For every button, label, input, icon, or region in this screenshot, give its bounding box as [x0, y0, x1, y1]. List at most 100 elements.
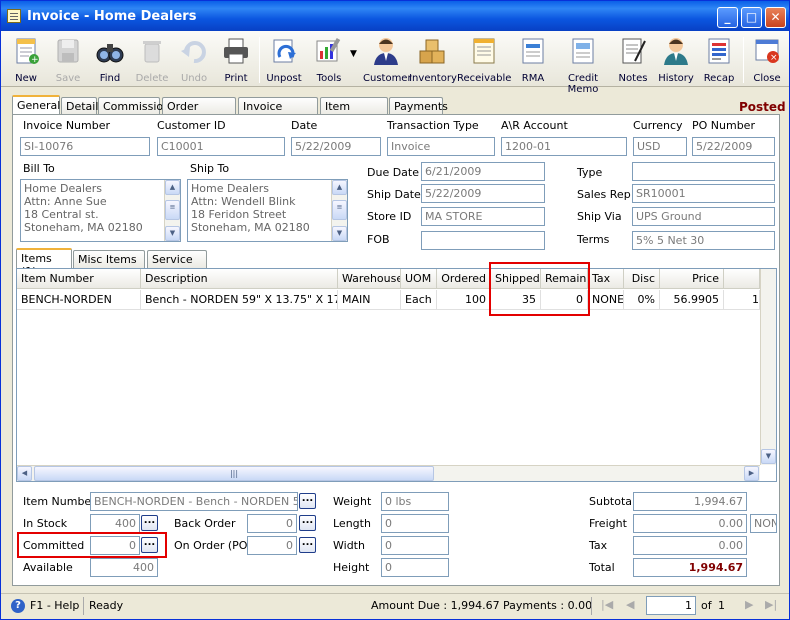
bill-to-scrollbar[interactable]: ▲ ≡ ▼ [164, 180, 180, 241]
total-field[interactable]: 1,994.67 [633, 558, 747, 577]
available-field[interactable]: 400 [90, 558, 158, 577]
on-order-lookup-button[interactable]: ... [299, 537, 316, 553]
tab-general[interactable]: General [12, 95, 60, 115]
weight-field[interactable]: 0 lbs [381, 492, 449, 511]
new-button[interactable]: + New [5, 33, 47, 85]
ship-to-address[interactable]: Home Dealers Attn: Wendell Blink 18 Feri… [187, 179, 348, 242]
grid-vertical-scrollbar[interactable]: ▼ [760, 269, 776, 465]
receivable-button[interactable]: Receivable [457, 33, 511, 85]
close-button[interactable]: × Close [747, 33, 787, 85]
date-field[interactable]: 5/22/2009 [291, 137, 381, 156]
due-date-field[interactable]: 6/21/2009 [421, 162, 545, 181]
column-header-description[interactable]: Description [141, 269, 338, 289]
tools-button[interactable]: Tools [307, 33, 351, 85]
item-number-lookup-button[interactable]: ... [299, 493, 316, 509]
previous-record-icon[interactable]: ◀ [626, 598, 634, 611]
column-header-extra[interactable] [724, 269, 760, 289]
find-button[interactable]: Find [89, 33, 131, 85]
column-header-disc[interactable]: Disc [624, 269, 660, 289]
tab-payments[interactable]: Payments [389, 97, 448, 115]
back-order-field[interactable]: 0 [247, 514, 297, 533]
tab-invoice-history[interactable]: Invoice History [238, 97, 318, 126]
undo-button[interactable]: Undo [173, 33, 215, 85]
last-record-icon[interactable]: ▶| [765, 598, 777, 611]
scroll-up-icon[interactable]: ▲ [165, 180, 180, 195]
item-number-field[interactable]: BENCH-NORDEN - Bench - NORDEN 59" X [90, 492, 298, 511]
history-button[interactable]: History [655, 33, 697, 85]
column-header-warehouse[interactable]: Warehouse [338, 269, 401, 289]
width-field[interactable]: 0 [381, 536, 449, 555]
scroll-right-icon[interactable]: ▶ [744, 466, 759, 481]
customer-id-field[interactable]: C10001 [157, 137, 285, 156]
freight-code-field[interactable]: NON [750, 514, 777, 533]
credit-memo-button[interactable]: Credit Memo [555, 33, 611, 95]
scroll-down-icon[interactable]: ▼ [165, 226, 180, 241]
tab-commission[interactable]: Commission [98, 97, 170, 115]
scroll-thumb[interactable]: ≡ [332, 200, 347, 220]
notes-button[interactable]: Notes [613, 33, 653, 85]
scroll-thumb[interactable]: ≡ [165, 200, 180, 220]
tab-order-history[interactable]: Order History [162, 97, 236, 126]
close-window-button[interactable]: ✕ [765, 7, 786, 28]
cell-ordered[interactable]: 100 [437, 290, 491, 310]
customer-button[interactable]: Customer [363, 33, 412, 85]
maximize-button[interactable]: □ [741, 7, 762, 28]
invoice-number-field[interactable]: SI-10076 [20, 137, 150, 156]
cell-disc[interactable]: 0% [624, 290, 660, 310]
cell-tax[interactable]: NONE [588, 290, 624, 310]
po-number-field[interactable]: 5/22/2009 [692, 137, 775, 156]
rma-button[interactable]: RMA [513, 33, 553, 85]
scroll-left-icon[interactable]: ◀ [17, 466, 32, 481]
freight-field[interactable]: 0.00 [633, 514, 747, 533]
store-id-field[interactable]: MA STORE [421, 207, 545, 226]
currency-field[interactable]: USD [633, 137, 687, 156]
unpost-button[interactable]: Unpost [263, 33, 305, 85]
tab-items[interactable]: Items (1) [16, 248, 72, 278]
ship-via-field[interactable]: UPS Ground [632, 207, 775, 226]
column-header-item-number[interactable]: Item Number [17, 269, 141, 289]
column-header-price[interactable]: Price [660, 269, 724, 289]
minimize-button[interactable]: _ [717, 7, 738, 28]
ar-account-field[interactable]: 1200-01 [501, 137, 627, 156]
cell-warehouse[interactable]: MAIN [338, 290, 401, 310]
on-order-field[interactable]: 0 [247, 536, 297, 555]
save-button[interactable]: Save [47, 33, 89, 85]
grid-horizontal-scrollbar[interactable]: ◀ ||| ▶ [17, 465, 760, 481]
scroll-down-icon[interactable]: ▼ [761, 449, 776, 464]
in-stock-field[interactable]: 400 [90, 514, 140, 533]
column-header-uom[interactable]: UOM [401, 269, 437, 289]
cell-item-number[interactable]: BENCH-NORDEN [17, 290, 141, 310]
print-button[interactable]: Print [215, 33, 257, 85]
back-order-lookup-button[interactable]: ... [299, 515, 316, 531]
length-field[interactable]: 0 [381, 514, 449, 533]
height-field[interactable]: 0 [381, 558, 449, 577]
type-field[interactable] [632, 162, 775, 181]
fob-field[interactable] [421, 231, 545, 250]
tab-item-history[interactable]: Item History [320, 97, 388, 126]
subtotal-field[interactable]: 1,994.67 [633, 492, 747, 511]
in-stock-lookup-button[interactable]: ... [141, 515, 158, 531]
cell-extra[interactable]: 1, [724, 290, 760, 310]
scroll-up-icon[interactable]: ▲ [332, 180, 347, 195]
tab-service[interactable]: Service (0) [147, 250, 207, 279]
page-number-field[interactable]: 1 [646, 596, 696, 615]
scroll-down-icon[interactable]: ▼ [332, 226, 347, 241]
tab-misc-items[interactable]: Misc Items (0) [73, 250, 145, 279]
tax-field[interactable]: 0.00 [633, 536, 747, 555]
recap-button[interactable]: Recap [699, 33, 739, 85]
sales-rep-field[interactable]: SR10001 [632, 184, 775, 203]
terms-field[interactable]: 5% 5 Net 30 [632, 231, 775, 250]
inventory-button[interactable]: Inventory [409, 33, 457, 85]
help-hint[interactable]: F1 - Help [30, 599, 79, 612]
column-header-ordered[interactable]: Ordered [437, 269, 491, 289]
next-record-icon[interactable]: ▶ [745, 598, 753, 611]
tools-dropdown-arrow-icon[interactable]: ▼ [350, 49, 357, 59]
scroll-thumb[interactable]: ||| [34, 466, 434, 481]
ship-date-field[interactable]: 5/22/2009 [421, 184, 545, 203]
bill-to-address[interactable]: Home Dealers Attn: Anne Sue 18 Central s… [20, 179, 181, 242]
ship-to-scrollbar[interactable]: ▲ ≡ ▼ [331, 180, 347, 241]
tab-detail[interactable]: Detail [61, 97, 98, 115]
transaction-type-field[interactable]: Invoice [387, 137, 495, 156]
cell-price[interactable]: 56.9905 [660, 290, 724, 310]
delete-button[interactable]: Delete [131, 33, 173, 85]
